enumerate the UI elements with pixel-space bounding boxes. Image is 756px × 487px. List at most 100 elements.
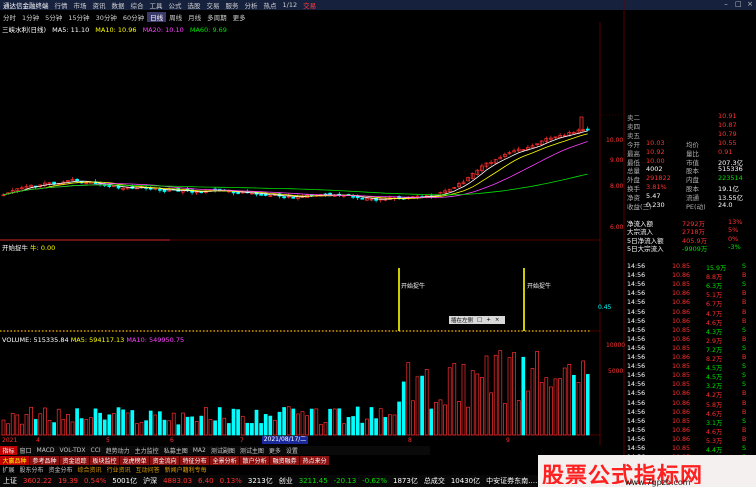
volume-bar — [6, 423, 10, 436]
menu-fuwu[interactable]: 服务 — [223, 0, 242, 10]
trade-flag: S — [742, 445, 746, 452]
menu-jiaoyi[interactable]: 交易 — [204, 0, 223, 10]
indicator-tab[interactable]: 窗口 — [17, 446, 34, 455]
function-tab[interactable]: 板块监控 — [90, 456, 120, 465]
menu-gongju[interactable]: 工具 — [147, 0, 166, 10]
volume-bar — [194, 421, 199, 436]
menu-zixun[interactable]: 资讯 — [90, 0, 109, 10]
function-tab[interactable]: 融资融券 — [270, 456, 300, 465]
menu-xuangu[interactable]: 选股 — [185, 0, 204, 10]
function-tab-2[interactable]: 资金分布 — [46, 465, 75, 474]
trade-flag: B — [742, 335, 747, 343]
indicator-tab[interactable]: VOL-TDX — [57, 447, 88, 454]
menu-fenxi[interactable]: 分析 — [242, 0, 261, 10]
function-tab-2[interactable]: 综合资讯 — [75, 465, 104, 474]
function-tab-2[interactable]: 互动问答 — [133, 465, 162, 474]
indicator-tab[interactable]: 测试主图 — [237, 446, 266, 455]
menu-gongshi[interactable]: 公式 — [166, 0, 185, 10]
period-9[interactable]: 多周期 — [204, 12, 230, 22]
candle-body — [135, 187, 139, 190]
candle-body — [558, 135, 562, 138]
trade-volume: 8.8万 — [706, 274, 723, 282]
period-0[interactable]: 分时 — [0, 12, 19, 22]
function-tab[interactable]: 资金追踪 — [60, 456, 90, 465]
function-tab[interactable]: 大赢品种 — [0, 456, 30, 465]
candle-body — [461, 181, 466, 185]
trade-time: 14:56 — [627, 381, 646, 389]
trade-row: 14:56 10.85 4.5万 S — [626, 372, 754, 381]
menu-zonghe[interactable]: 综合 — [128, 0, 147, 10]
function-tab[interactable]: 全景分析 — [210, 456, 240, 465]
volume-bar — [167, 420, 171, 436]
indicator-tab[interactable]: MACD — [34, 447, 57, 454]
candle-body — [213, 188, 217, 191]
volume-bar — [392, 414, 397, 436]
indicator-tab[interactable]: MA2 — [190, 447, 208, 454]
trade-volume: 5.1万 — [706, 292, 723, 300]
popup-insert-left[interactable]: 插在左侧 — [449, 316, 475, 324]
trade-time: 14:56 — [627, 372, 646, 380]
trade-flag: B — [742, 308, 747, 316]
news-ticker[interactable]: 中安证券东南…… — [483, 476, 545, 486]
function-tab-2[interactable]: 新闻户籍利专每 — [162, 465, 209, 474]
sh-index-label[interactable]: 上证 — [0, 476, 20, 486]
volume-bar — [374, 418, 378, 436]
period-10[interactable]: 更多 — [230, 12, 249, 22]
candle-body — [475, 169, 480, 175]
function-tab[interactable]: 参考品种 — [30, 456, 60, 465]
function-tab-2[interactable]: 扩展 — [0, 465, 17, 474]
period-1[interactable]: 1分钟 — [19, 12, 42, 22]
indicator-tab[interactable]: CCI — [88, 447, 103, 454]
period-5[interactable]: 60分钟 — [120, 12, 147, 22]
indicator-tab[interactable]: 指标 — [0, 446, 18, 455]
volume-bar — [204, 407, 208, 436]
indicator-tab[interactable]: 设置 — [283, 446, 300, 455]
sz-index-label[interactable]: 沪深 — [140, 476, 160, 486]
indicator-tab[interactable]: 私募主图 — [161, 446, 190, 455]
period-7[interactable]: 周线 — [166, 12, 185, 22]
candle-body — [6, 192, 10, 195]
volume-bar — [130, 410, 135, 436]
indicator-tab[interactable]: 测试副图 — [208, 446, 237, 455]
trade-button[interactable]: 交易 — [300, 0, 319, 10]
popup-box-icon[interactable]: □ — [475, 317, 484, 323]
candle-body — [503, 153, 507, 157]
sz-index-value: 4883.03 — [163, 477, 193, 485]
trade-time: 14:56 — [627, 281, 646, 289]
sub-indicator-name: 开始捉牛 — [2, 244, 28, 252]
price-axis-4: 6.00 — [610, 224, 624, 231]
period-2[interactable]: 5分钟 — [42, 12, 65, 22]
popup-close-icon[interactable]: × — [493, 317, 502, 323]
function-tab[interactable]: 龙虎榜单 — [120, 456, 150, 465]
volume-bar — [397, 401, 401, 436]
candle-body — [305, 194, 309, 198]
candle-body — [79, 181, 84, 184]
candle-body — [470, 173, 475, 179]
menu-shichang[interactable]: 市场 — [71, 0, 90, 10]
indicator-tab[interactable]: 主力监控 — [132, 446, 161, 455]
function-tab-2[interactable]: 股东分布 — [17, 465, 46, 474]
candle-body — [383, 198, 388, 201]
volume-bar — [562, 367, 567, 436]
period-3[interactable]: 15分钟 — [65, 12, 92, 22]
menu-shuju[interactable]: 数据 — [109, 0, 128, 10]
function-tab[interactable]: 资金流向 — [150, 456, 180, 465]
period-8[interactable]: 月线 — [185, 12, 204, 22]
indicator-tab[interactable]: 趋势动力 — [103, 446, 132, 455]
menu-redian[interactable]: 热点 — [261, 0, 280, 10]
menu-hangqing[interactable]: 行情 — [52, 0, 71, 10]
function-tab[interactable]: 特征分布 — [180, 456, 210, 465]
function-tab-2[interactable]: 行业资讯 — [104, 465, 133, 474]
popup-plus-icon[interactable]: + — [484, 317, 493, 323]
period-4[interactable]: 30分钟 — [93, 12, 120, 22]
chart-popup-toolbar[interactable]: 插在左侧 □ + × — [449, 316, 505, 324]
cy-index-label[interactable]: 创业 — [276, 476, 296, 486]
volume-bar — [144, 420, 148, 436]
trade-price: 10.85 — [672, 326, 691, 334]
volume-bar — [171, 412, 176, 436]
trade-volume: 3.1万 — [706, 419, 723, 427]
function-tab[interactable]: 热点来分 — [300, 456, 330, 465]
function-tab[interactable]: 散户分析 — [240, 456, 270, 465]
indicator-tab[interactable]: 更多 — [266, 446, 283, 455]
period-6[interactable]: 日线 — [147, 11, 167, 22]
